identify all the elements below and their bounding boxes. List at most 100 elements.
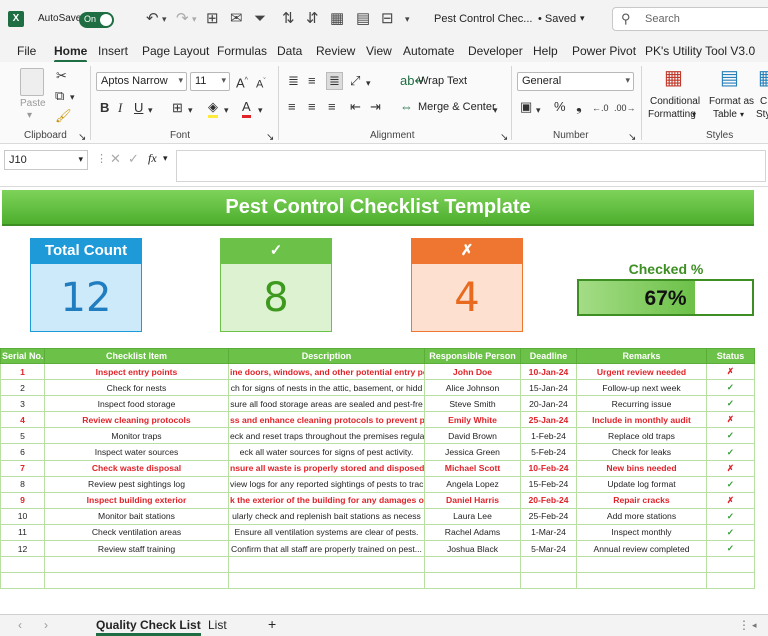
- cell-description[interactable]: Confirm that all staff are properly trai…: [228, 540, 425, 558]
- cell-remarks[interactable]: New bins needed: [576, 459, 707, 477]
- borders-icon[interactable]: ⊞: [206, 10, 219, 28]
- tab-help[interactable]: Help: [533, 44, 558, 58]
- cell-deadline[interactable]: 1-Feb-24: [520, 427, 577, 445]
- empty-cell[interactable]: [44, 556, 229, 574]
- cell-checklist-item[interactable]: Inspect food storage: [44, 395, 229, 413]
- next-sheet-icon[interactable]: ›: [44, 618, 48, 632]
- decrease-font-icon[interactable]: Aˇ: [256, 74, 266, 93]
- format-as-table-icon[interactable]: ▤: [720, 68, 739, 88]
- cell-deadline[interactable]: 10-Feb-24: [520, 459, 577, 477]
- cell-responsible-person[interactable]: Steve Smith: [424, 395, 521, 413]
- cell-serial-no[interactable]: 6: [0, 443, 45, 461]
- undo-dropdown-icon[interactable]: ▾: [162, 10, 167, 28]
- merge-center-button[interactable]: Merge & Center: [418, 101, 496, 113]
- insert-function-dropdown-icon[interactable]: ▾: [163, 153, 168, 164]
- cell-description[interactable]: Ensure all ventilation systems are clear…: [228, 523, 425, 542]
- cell-serial-no[interactable]: 5: [0, 427, 45, 445]
- cell-remarks[interactable]: Inspect monthly: [576, 523, 707, 542]
- cell-checklist-item[interactable]: Inspect building exterior: [44, 491, 229, 509]
- cell-status[interactable]: ✓: [706, 443, 755, 461]
- cell-deadline[interactable]: 25-Jan-24: [520, 411, 577, 429]
- format-as-table-label-2[interactable]: Table: [713, 109, 737, 120]
- cell-checklist-item[interactable]: Check for nests: [44, 379, 229, 397]
- formula-bar-grip-icon[interactable]: ⋮: [96, 152, 107, 165]
- percent-style-icon[interactable]: %: [554, 99, 566, 115]
- cell-description[interactable]: ch for signs of nests in the attic, base…: [228, 379, 425, 397]
- font-launcher-icon[interactable]: ↘: [266, 130, 274, 146]
- cell-serial-no[interactable]: 9: [0, 491, 45, 509]
- paste-dropdown-icon[interactable]: ▾: [27, 110, 32, 121]
- cell-serial-no[interactable]: 8: [0, 475, 45, 493]
- cell-responsible-person[interactable]: Jessica Green: [424, 443, 521, 461]
- empty-grid[interactable]: [0, 572, 768, 614]
- cell-remarks[interactable]: Include in monthly audit: [576, 411, 707, 429]
- tab-automate[interactable]: Automate: [403, 44, 454, 58]
- cell-description[interactable]: ularly check and replenish bait stations…: [228, 507, 425, 525]
- cell-remarks[interactable]: Replace old traps: [576, 427, 707, 445]
- tab-file[interactable]: File: [17, 44, 36, 58]
- cell-description[interactable]: eck and reset traps throughout the premi…: [228, 427, 425, 445]
- add-sheet-button[interactable]: +: [268, 616, 276, 632]
- cell-responsible-person[interactable]: David Brown: [424, 427, 521, 445]
- cell-responsible-person[interactable]: Rachel Adams: [424, 523, 521, 542]
- conditional-formatting-dropdown-icon[interactable]: ▾: [692, 110, 696, 119]
- format-painter-icon[interactable]: 🖌: [55, 108, 72, 124]
- cell-checklist-item[interactable]: Review staff training: [44, 540, 229, 558]
- italic-button[interactable]: I: [118, 100, 122, 116]
- wrap-text-button[interactable]: Wrap Text: [418, 75, 467, 87]
- empty-cell[interactable]: [706, 556, 755, 574]
- cell-status[interactable]: ✗: [706, 411, 755, 429]
- fill-color-icon[interactable]: ◈: [208, 99, 218, 118]
- align-bottom-icon[interactable]: ≣: [326, 72, 343, 90]
- worksheet[interactable]: Pest Control Checklist Template Total Co…: [0, 188, 768, 614]
- cell-remarks[interactable]: Urgent review needed: [576, 362, 707, 381]
- align-center-icon[interactable]: ≡: [308, 99, 316, 115]
- sort-icon[interactable]: ⇅: [282, 10, 295, 28]
- cell-styles-icon[interactable]: ▦: [758, 68, 768, 88]
- insert-function-icon[interactable]: fx: [148, 151, 157, 166]
- name-box[interactable]: J10 ▾: [4, 150, 88, 170]
- cell-serial-no[interactable]: 11: [0, 523, 45, 542]
- font-color-icon[interactable]: A: [242, 99, 251, 118]
- paste-label[interactable]: Paste: [20, 98, 46, 109]
- cell-remarks[interactable]: Add more stations: [576, 507, 707, 525]
- empty-cell[interactable]: [520, 556, 577, 574]
- conditional-formatting-label-2[interactable]: Formatting: [648, 109, 696, 120]
- cell-serial-no[interactable]: 4: [0, 411, 45, 429]
- cell-deadline[interactable]: 1-Mar-24: [520, 523, 577, 542]
- cell-remarks[interactable]: Update log format: [576, 475, 707, 493]
- scroll-left-icon[interactable]: ◂: [752, 620, 757, 631]
- cell-remarks[interactable]: Follow-up next week: [576, 379, 707, 397]
- empty-cell[interactable]: [0, 556, 45, 574]
- cell-description[interactable]: ss and enhance cleaning protocols to pre…: [228, 411, 425, 429]
- cell-deadline[interactable]: 5-Mar-24: [520, 540, 577, 558]
- calculator-icon[interactable]: ▤: [356, 10, 370, 28]
- cell-checklist-item[interactable]: Check waste disposal: [44, 459, 229, 477]
- cell-checklist-item[interactable]: Review cleaning protocols: [44, 411, 229, 429]
- tab-page-layout[interactable]: Page Layout: [142, 44, 209, 58]
- cell-status[interactable]: ✓: [706, 523, 755, 542]
- tab-list[interactable]: List: [208, 618, 227, 632]
- header-deadline[interactable]: Deadline: [520, 348, 577, 364]
- email-icon[interactable]: ✉: [230, 10, 243, 28]
- font-size-combo[interactable]: 11 ▾: [190, 72, 230, 91]
- header-responsible-person[interactable]: Responsible Person: [424, 348, 521, 364]
- cell-responsible-person[interactable]: Emily White: [424, 411, 521, 429]
- sheet-options-icon[interactable]: ⋮: [738, 618, 750, 632]
- cell-deadline[interactable]: 20-Jan-24: [520, 395, 577, 413]
- cell-deadline[interactable]: 5-Feb-24: [520, 443, 577, 461]
- cell-status[interactable]: ✓: [706, 507, 755, 525]
- paste-icon[interactable]: [20, 68, 44, 96]
- cell-description[interactable]: sure all food storage areas are sealed a…: [228, 395, 425, 413]
- tab-data[interactable]: Data: [277, 44, 302, 58]
- number-format-combo[interactable]: General ▾: [517, 72, 634, 91]
- empty-cell[interactable]: [576, 556, 707, 574]
- alignment-launcher-icon[interactable]: ↘: [500, 130, 508, 146]
- cell-status[interactable]: ✓: [706, 475, 755, 493]
- empty-cell[interactable]: [228, 556, 425, 574]
- search-input[interactable]: ⚲ Search: [612, 7, 768, 31]
- align-left-icon[interactable]: ≡: [288, 99, 296, 115]
- tab-utility-tool[interactable]: PK's Utility Tool V3.0: [645, 44, 755, 58]
- cell-serial-no[interactable]: 2: [0, 379, 45, 397]
- cell-serial-no[interactable]: 1: [0, 362, 45, 381]
